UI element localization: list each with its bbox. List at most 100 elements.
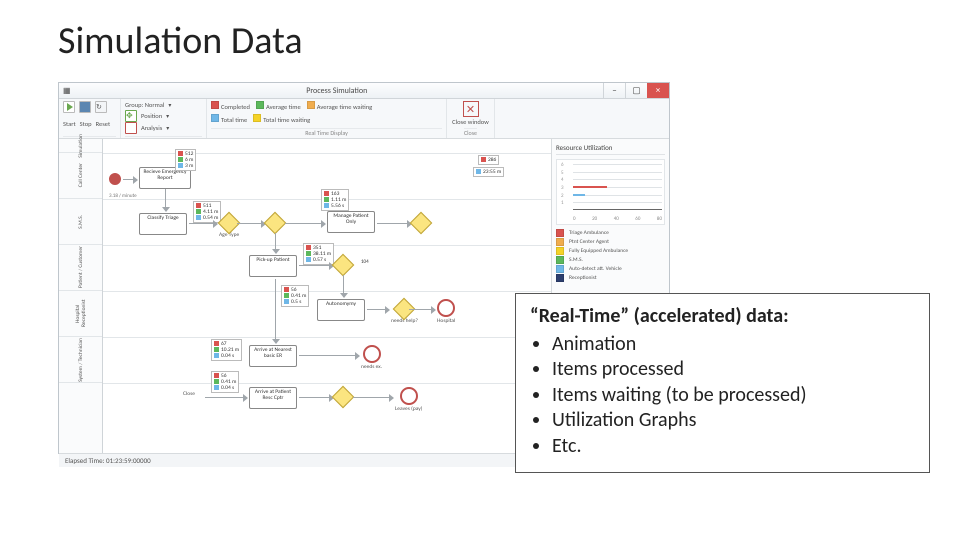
close-button[interactable]: ×: [647, 83, 669, 98]
gateway: [267, 215, 283, 231]
avgwait-swatch: [307, 101, 315, 109]
connector: [285, 223, 325, 224]
completed-swatch: [211, 101, 219, 109]
end-needs: needs ex.: [361, 345, 382, 370]
analysis-label[interactable]: Analysis: [141, 124, 162, 132]
swimlane-technician: System / Technician: [59, 337, 102, 383]
legend-swatch: [556, 265, 564, 273]
connector: [189, 223, 217, 224]
end-leaves: Leaves (pay): [395, 387, 422, 412]
chart-series-sms: [573, 186, 607, 188]
gateway: [335, 389, 351, 405]
slide-title: Simulation Data: [58, 18, 303, 64]
swimlane-receptionist: Hospital Receptionist: [59, 291, 102, 337]
close-window-label[interactable]: Close window: [452, 118, 489, 126]
view-group-label: [125, 136, 202, 137]
connector: [409, 309, 435, 310]
connector: [275, 233, 276, 253]
tottime-swatch: [211, 114, 219, 122]
connector: [299, 397, 333, 398]
legend-tottime: Total time: [221, 116, 247, 124]
chart-series-tech: [573, 194, 585, 196]
legend-swatch: [556, 247, 564, 255]
play-icon[interactable]: [63, 101, 75, 113]
swimlane-sms: S.M.S.: [59, 199, 102, 245]
connector: [165, 189, 166, 211]
legend-swatch: [556, 274, 564, 282]
callout-item: Items waiting (to be processed): [552, 383, 915, 409]
global-stat: 286 23:55 m: [473, 155, 504, 179]
task-arrive-pt[interactable]: 560.41 m0.04 s Arrive at Patient Resc Cp…: [249, 387, 297, 409]
task-classify[interactable]: 5114.11 m0.54 m Classify Triage: [139, 213, 187, 235]
connector: [367, 309, 389, 310]
lane-divider: [103, 153, 551, 154]
reset-icon[interactable]: ↻: [95, 101, 107, 113]
stop-label: Stop: [80, 120, 92, 128]
connector: [237, 223, 265, 224]
task-receive[interactable]: 5126 m3 m Recieve Emergency Report: [139, 167, 191, 189]
callout-item: Utilization Graphs: [552, 408, 915, 434]
swimlane-headers: Simulation Call Center S.M.S. Patient / …: [59, 139, 103, 453]
end-hospital: Hospital: [437, 299, 455, 324]
connector: [343, 275, 344, 297]
swimlane-patient: Patient / Customer: [59, 245, 102, 291]
start-label: Start: [63, 120, 76, 128]
task-manage[interactable]: 1631.11 m5.56 s Manage Patient Only: [327, 211, 375, 233]
swimlane-main: Simulation: [59, 139, 102, 153]
utilization-chart: 6 5 4 3 2 1 020406080: [556, 159, 665, 225]
task-arrive-ne[interactable]: 6710.21 m0.04 s Arrive at Nearest basic …: [249, 345, 297, 367]
connector: [205, 397, 247, 398]
panel-legend: Triage Ambulance Ptnt Center Agent Fully…: [556, 229, 665, 282]
legend-avgtime: Average time: [266, 103, 301, 111]
callout-item: Items processed: [552, 357, 915, 383]
legend-swatch: [556, 229, 564, 237]
callout-heading: “Real-Time” (accelerated) data:: [530, 304, 915, 330]
connector: [123, 179, 137, 180]
legend-swatch: [556, 256, 564, 264]
connector: [275, 279, 276, 343]
avgtime-swatch: [256, 101, 264, 109]
lane-divider: [103, 291, 551, 292]
gateway: [335, 257, 351, 273]
panel-header: Resource Utilization: [556, 143, 665, 155]
gateway: [413, 215, 429, 231]
gateway-age: Age Type: [219, 215, 239, 238]
task-pickup[interactable]: 35138.11 m0.57 s Pick-up Patient: [249, 255, 297, 277]
gw-count: 104: [361, 259, 369, 265]
totwait-swatch: [253, 114, 261, 122]
start-event: [109, 173, 121, 185]
connector: [299, 355, 359, 356]
reset-label: Reset: [96, 120, 111, 128]
window-title: Process Simulation: [71, 86, 603, 96]
legend-avgwait: Average time waiting: [317, 103, 373, 111]
callout-item: Animation: [552, 332, 915, 358]
run-group-label: [63, 136, 116, 137]
chart-axis: [573, 209, 662, 210]
position-icon[interactable]: ✥: [125, 110, 137, 122]
swimlane-callcenter: Call Center: [59, 153, 102, 199]
callout-item: Etc.: [552, 434, 915, 460]
sys-icon: ▦: [63, 86, 71, 96]
stop-icon[interactable]: [79, 101, 91, 113]
lane-divider: [103, 337, 551, 338]
connector: [377, 223, 411, 224]
minimize-button[interactable]: –: [603, 83, 625, 98]
task-autonomy[interactable]: 560.41 m0.5 s Autonomymy: [317, 299, 365, 321]
close-label: Close: [183, 391, 195, 397]
ribbon: ↻ Start Stop Reset Group: Normal▾ ✥Posit…: [59, 99, 669, 139]
group-dropdown[interactable]: Group: Normal: [125, 101, 164, 109]
analysis-icon[interactable]: [125, 122, 137, 134]
maximize-button[interactable]: ▢: [625, 83, 647, 98]
position-label[interactable]: Position: [141, 112, 162, 120]
legend-completed: Completed: [221, 103, 250, 111]
annotation-callout: “Real-Time” (accelerated) data: Animatio…: [515, 293, 930, 473]
inflow-label: 3.18 / minute: [109, 193, 137, 199]
connector: [299, 265, 333, 266]
legend-group-label: Real Time Display: [211, 128, 442, 137]
close-window-icon[interactable]: ✕: [463, 101, 479, 117]
close-group-label: Close: [464, 128, 477, 137]
lane-divider: [103, 383, 551, 384]
window-titlebar: ▦ Process Simulation – ▢ ×: [59, 83, 669, 99]
chart-xticks: 020406080: [573, 216, 662, 222]
connector: [353, 397, 393, 398]
